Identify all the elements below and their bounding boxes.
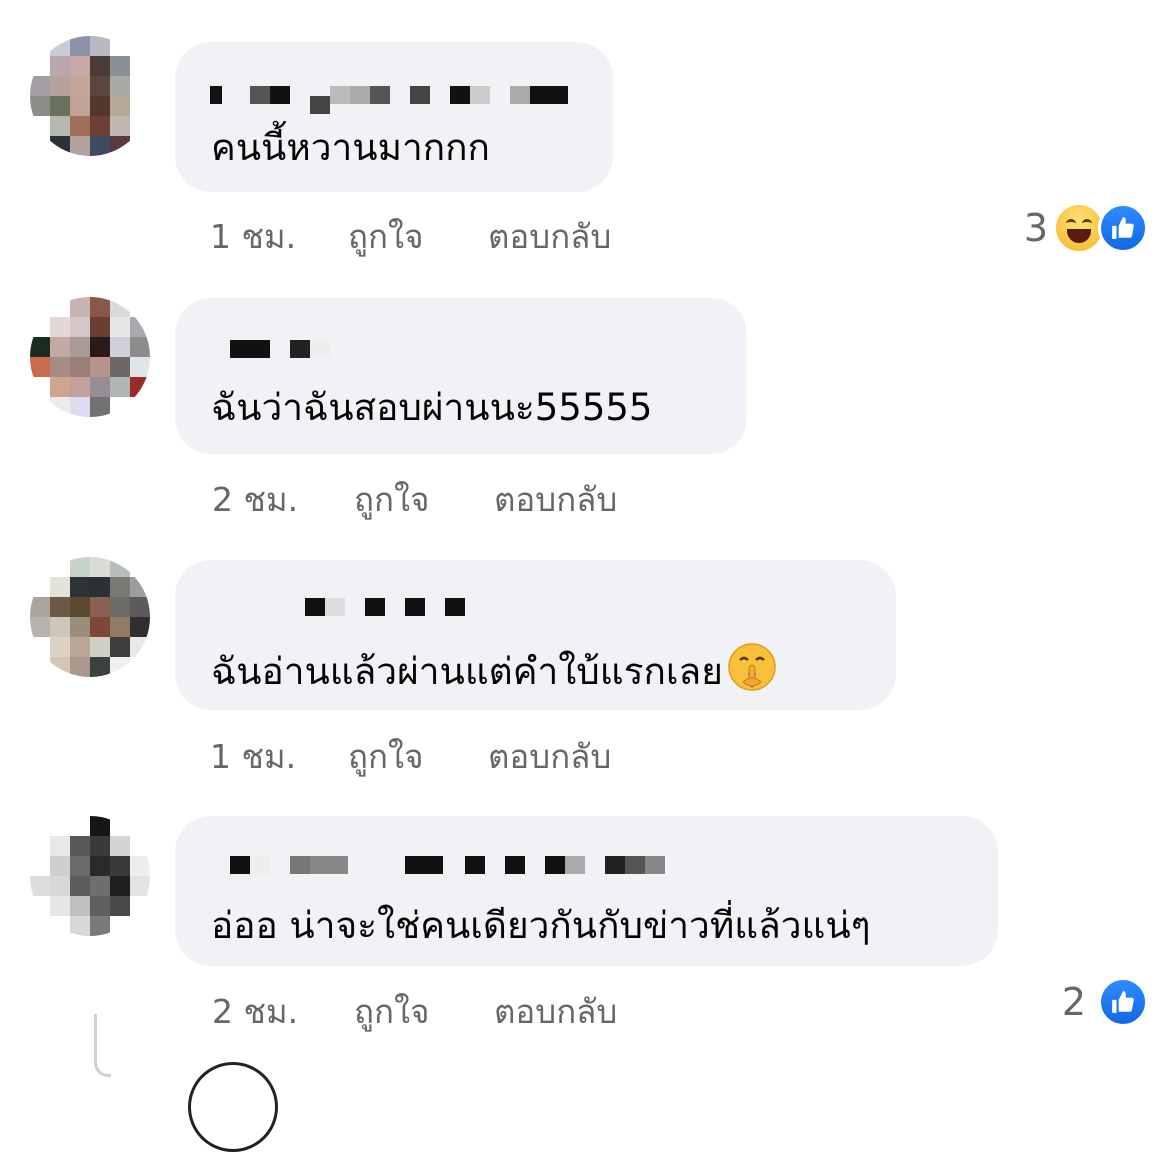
reply-button[interactable]: ตอบกลับ xyxy=(494,473,617,526)
comment-time[interactable]: 2 ชม. xyxy=(212,473,298,526)
comment-bubble: คนนี้หวานมากกก xyxy=(175,42,613,192)
reactions-summary[interactable]: 3 xyxy=(1024,202,1148,254)
avatar[interactable] xyxy=(30,816,150,936)
comment-time[interactable]: 1 ชม. xyxy=(210,730,296,783)
comment-time[interactable]: 2 ชม. xyxy=(212,985,298,1038)
avatar[interactable] xyxy=(30,297,150,417)
haha-icon xyxy=(1054,203,1104,253)
comment-text: ฉันว่าฉันสอบผ่านนะ55555 xyxy=(211,386,653,429)
avatar[interactable] xyxy=(30,36,150,156)
comment-time[interactable]: 1 ชม. xyxy=(210,210,296,263)
like-button[interactable]: ถูกใจ xyxy=(354,473,429,526)
reaction-count: 2 xyxy=(1061,980,1086,1024)
comment-text: อ่ออ น่าจะใช่คนเดียวกันกับข่าวที่แล้วแน่… xyxy=(211,904,871,947)
avatar[interactable] xyxy=(30,557,150,677)
comment-bubble: อ่ออ น่าจะใช่คนเดียวกันกับข่าวที่แล้วแน่… xyxy=(175,816,998,966)
like-icon xyxy=(1098,203,1148,253)
reactions-summary[interactable]: 2 xyxy=(1062,976,1148,1028)
avatar[interactable] xyxy=(188,1062,278,1152)
comment-text-content: ฉันอ่านแล้วผ่านแต่คำใบ้แรกเลย xyxy=(211,650,723,693)
like-icon xyxy=(1098,977,1148,1027)
comment-text: ฉันอ่านแล้วผ่านแต่คำใบ้แรกเลย xyxy=(211,642,777,694)
reply-thread-line xyxy=(94,1014,111,1077)
reply-button[interactable]: ตอบกลับ xyxy=(488,210,611,263)
shushing-face-icon xyxy=(728,643,776,691)
comment-bubble: ฉันอ่านแล้วผ่านแต่คำใบ้แรกเลย xyxy=(175,560,896,710)
like-button[interactable]: ถูกใจ xyxy=(348,210,423,263)
reaction-count: 3 xyxy=(1023,206,1048,250)
reply-button[interactable]: ตอบกลับ xyxy=(488,730,611,783)
comment-bubble: ฉันว่าฉันสอบผ่านนะ55555 xyxy=(175,298,747,454)
like-button[interactable]: ถูกใจ xyxy=(354,985,429,1038)
reply-button[interactable]: ตอบกลับ xyxy=(494,985,617,1038)
like-button[interactable]: ถูกใจ xyxy=(348,730,423,783)
comment-text: คนนี้หวานมากกก xyxy=(211,126,490,169)
